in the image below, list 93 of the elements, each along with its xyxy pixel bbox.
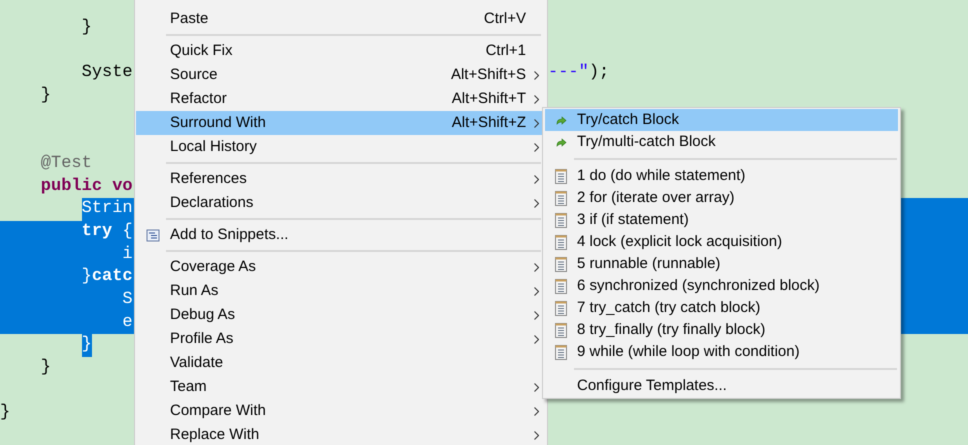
menu-label: Validate (170, 352, 224, 373)
menu-item[interactable]: Run As (136, 279, 546, 303)
code-text: Strin (82, 198, 133, 220)
menu-label: References (170, 168, 247, 189)
menu-item[interactable]: Paste Ctrl+V (136, 7, 546, 31)
menu-label: Source (170, 64, 218, 85)
menu-item[interactable]: Profile As (136, 327, 546, 351)
code-text: @Test (40, 152, 92, 175)
template-icon (555, 300, 567, 316)
submenu-item[interactable]: 3 if (if statement) (545, 209, 898, 231)
submenu-label: Try/catch Block (577, 110, 679, 130)
submenu-item[interactable]: 7 try_catch (try catch block) (545, 297, 898, 319)
template-icon (555, 168, 567, 184)
submenu-label: Try/multi-catch Block (577, 132, 716, 152)
menu-label: Compare With (170, 400, 266, 421)
code-text: public vo (40, 176, 133, 198)
code-text: } (80, 16, 92, 39)
submenu-item[interactable]: 5 runnable (runnable) (545, 253, 898, 275)
submenu-item[interactable]: Try/catch Block (545, 109, 898, 131)
menu-label: Team (170, 376, 207, 397)
submenu-label: 9 while (while loop with condition) (577, 342, 800, 362)
submenu-item[interactable]: Try/multi-catch Block (545, 131, 898, 153)
menu-item[interactable]: Local History (136, 135, 546, 159)
submenu-item[interactable]: 6 synchronized (synchronized block) (545, 275, 898, 297)
menu-label: Add to Snippets... (170, 224, 288, 245)
menu-item[interactable]: Validate (136, 351, 546, 375)
menu-item[interactable]: Team (136, 375, 546, 399)
submenu-label: 6 synchronized (synchronized block) (577, 276, 820, 296)
shortcut-text: Ctrl+V (484, 8, 526, 29)
curved-arrow-icon (556, 116, 566, 124)
code-text: { (121, 220, 133, 243)
menu-label: Paste (170, 8, 208, 29)
code-text: } (40, 357, 52, 379)
code-text: } (0, 402, 10, 424)
submenu-label: 1 do (do while statement) (577, 166, 746, 186)
submenu-item[interactable]: Configure Templates... (545, 375, 898, 397)
submenu-label: 3 if (if statement) (577, 210, 689, 230)
code-text: ); (588, 62, 610, 84)
menu-label: Debug As (170, 304, 236, 325)
menu-label: Run As (170, 280, 218, 301)
menu-label: Coverage As (170, 256, 256, 277)
code-text: catc (92, 266, 133, 288)
template-icon (555, 190, 567, 206)
code-text: i (121, 244, 133, 266)
menu-label: Profile As (170, 328, 234, 349)
menu-label: Local History (170, 136, 257, 157)
submenu-item[interactable]: 4 lock (explicit lock acquisition) (545, 231, 898, 253)
code-text: try (80, 220, 112, 243)
code-text: } (80, 266, 92, 288)
submenu-item[interactable]: 2 for (iterate over array) (545, 187, 898, 209)
code-text: S (121, 288, 133, 311)
template-icon (555, 344, 567, 360)
submenu-label: Configure Templates... (577, 376, 727, 396)
menu-label: Surround With (170, 112, 266, 133)
menu-item[interactable]: Debug As (136, 303, 546, 327)
menu-label: Declarations (170, 192, 254, 213)
shortcut-text: Alt+Shift+T (452, 88, 526, 109)
template-icon (555, 278, 567, 294)
submenu-label: 4 lock (explicit lock acquisition) (577, 232, 782, 252)
shortcut-text: Alt+Shift+Z (452, 112, 526, 133)
menu-label: Replace With (170, 424, 260, 445)
submenu-label: 2 for (iterate over array) (577, 188, 735, 208)
snippet-icon (146, 228, 160, 242)
curved-arrow-icon (556, 138, 566, 146)
submenu-item[interactable]: 8 try_finally (try finally block) (545, 319, 898, 341)
menu-item[interactable]: Coverage As (136, 255, 546, 279)
code-text: e (121, 312, 133, 334)
template-icon (555, 234, 567, 250)
code-editor[interactable] (0, 0, 968, 445)
submenu-label: 8 try_finally (try finally block) (577, 320, 766, 340)
code-text: } (82, 334, 92, 356)
submenu-label: 7 try_catch (try catch block) (577, 298, 760, 318)
menu-item[interactable]: Replace With (136, 423, 546, 445)
menu-item[interactable]: Declarations (136, 191, 546, 215)
submenu-label: 5 runnable (runnable) (577, 254, 720, 274)
submenu-item[interactable]: 9 while (while loop with condition) (545, 341, 898, 363)
menu-item[interactable]: Quick Fix Ctrl+1 (136, 39, 546, 63)
code-text: ---" (548, 62, 589, 84)
template-icon (555, 322, 567, 338)
menu-label: Refactor (170, 88, 227, 109)
submenu-item[interactable]: 1 do (do while statement) (545, 165, 898, 187)
menu-item[interactable]: Add to Snippets... (136, 223, 546, 247)
menu-item[interactable]: Source Alt+Shift+S (136, 63, 546, 87)
template-icon (555, 256, 567, 272)
code-text: } (40, 84, 52, 107)
menu-item[interactable]: Compare With (136, 399, 546, 423)
menu-item[interactable]: Refactor Alt+Shift+T (136, 87, 546, 111)
shortcut-text: Alt+Shift+S (450, 64, 526, 85)
template-icon (555, 212, 567, 228)
menu-item[interactable]: References (136, 167, 546, 191)
shortcut-text: Ctrl+1 (486, 40, 526, 61)
code-text: Syste (80, 62, 133, 84)
menu-label: Quick Fix (170, 40, 233, 61)
